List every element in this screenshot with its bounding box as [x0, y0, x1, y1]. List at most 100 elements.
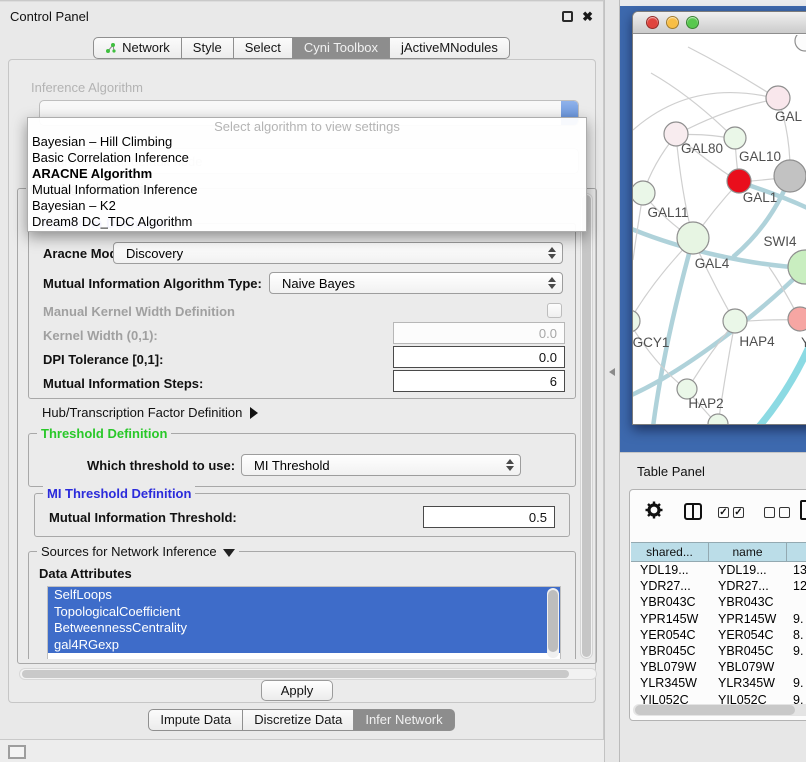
expander-arrow-icon [250, 407, 258, 419]
network-node[interactable] [795, 35, 806, 51]
network-node[interactable] [723, 309, 747, 333]
network-edge[interactable] [651, 73, 735, 139]
table-panel-title: Table Panel [637, 464, 705, 479]
panel-split-divider[interactable] [604, 0, 620, 762]
algorithm-option-basic-correlation-inference[interactable]: Basic Correlation Inference [28, 150, 586, 166]
algorithm-option-aracne-algorithm[interactable]: ARACNE Algorithm [28, 166, 586, 182]
tab-jactivemnodules[interactable]: jActiveMNodules [389, 37, 510, 59]
mi-threshold-definition-title: MI Threshold Definition [43, 486, 195, 501]
data-attributes-list[interactable]: SelfLoopsTopologicalCoefficientBetweenne… [47, 586, 561, 659]
network-edge[interactable] [688, 47, 778, 99]
tab-network[interactable]: Network [93, 37, 182, 59]
algorithm-option-bayesian-k2[interactable]: Bayesian – K2 [28, 198, 586, 214]
network-window-titlebar[interactable] [633, 12, 806, 34]
table-cell: 9. [787, 675, 806, 691]
subtab-impute-data[interactable]: Impute Data [148, 709, 243, 731]
algorithm-dropdown-popup: Select algorithm to view settings Bayesi… [27, 117, 587, 232]
manual-kernel-width-checkbox[interactable] [547, 303, 562, 318]
select-all-checkbox-icon[interactable]: ✓ [733, 507, 744, 518]
mi-steps-input[interactable]: 6 [393, 370, 565, 392]
apply-button[interactable]: Apply [261, 680, 333, 701]
network-node[interactable] [708, 414, 728, 425]
attribute-item-topologicalcoefficient[interactable]: TopologicalCoefficient [48, 604, 560, 621]
tab-style[interactable]: Style [181, 37, 234, 59]
table-row[interactable]: YBR045CYBR045C9. [631, 643, 806, 659]
zoom-window-icon[interactable] [686, 16, 699, 29]
table-horizontal-scrollbar[interactable] [633, 704, 806, 716]
hub-definition-label: Hub/Transcription Factor Definition [42, 405, 242, 420]
kernel-width-input[interactable]: 0.0 [393, 322, 565, 344]
column-header-name[interactable]: name [709, 542, 787, 562]
column-header-shared[interactable]: shared... [631, 542, 709, 562]
panel-title: Control Panel [10, 9, 89, 24]
table-row[interactable]: YIL052CYIL052C9. [631, 692, 806, 705]
panel-grip-icon[interactable] [8, 745, 26, 759]
table-row[interactable]: YLR345WYLR345W9. [631, 675, 806, 691]
kernel-width-value: 0.0 [539, 326, 557, 341]
hub-definition-expander[interactable]: Hub/Transcription Factor Definition [42, 405, 258, 420]
table-cell: YDL19... [709, 562, 787, 578]
collapse-left-icon[interactable] [609, 368, 615, 376]
dpi-tolerance-input[interactable]: 0.0 [393, 346, 565, 368]
which-threshold-select[interactable]: MI Threshold [241, 454, 521, 476]
sources-group-title[interactable]: Sources for Network Inference [37, 544, 239, 559]
table-cell: 9. [787, 611, 806, 627]
attribute-item-selfloops[interactable]: SelfLoops [48, 587, 560, 604]
mi-steps-label: Mutual Information Steps: [43, 376, 203, 391]
minimize-window-icon[interactable] [666, 16, 679, 29]
network-node[interactable] [774, 160, 806, 192]
subtab-infer-network[interactable]: Infer Network [353, 709, 454, 731]
column-header-extra[interactable] [787, 542, 806, 562]
table-cell: YLR345W [631, 675, 709, 691]
network-canvas[interactable]: GALGAL80GAL10GAL1GAL11GAL4SWI4GCY1HAP4YH… [633, 35, 806, 424]
network-node[interactable] [633, 181, 655, 205]
table-cell: YBR043C [631, 594, 709, 610]
network-node[interactable] [788, 307, 806, 331]
close-panel-icon[interactable]: ✖ [582, 11, 593, 22]
export-table-icon[interactable] [800, 500, 806, 520]
table-row[interactable]: YBL079WYBL079W [631, 659, 806, 675]
algorithm-option-mutual-information-inference[interactable]: Mutual Information Inference [28, 182, 586, 198]
table-row[interactable]: YBR043CYBR043C [631, 594, 806, 610]
table-row[interactable]: YDR27...YDR27...12 [631, 578, 806, 594]
close-window-icon[interactable] [646, 16, 659, 29]
tab-label: Infer Network [365, 710, 442, 730]
settings-vertical-scrollbar[interactable] [580, 193, 593, 659]
network-node[interactable] [766, 86, 790, 110]
network-node[interactable] [677, 222, 709, 254]
attribute-item-betweennesscentrality[interactable]: BetweennessCentrality [48, 620, 560, 637]
float-panel-icon[interactable] [562, 11, 573, 22]
mi-algorithm-type-label: Mutual Information Algorithm Type: [43, 276, 262, 291]
network-node[interactable] [633, 310, 640, 332]
attributes-scrollbar[interactable] [547, 588, 559, 658]
stepper-arrows-icon [548, 247, 556, 259]
network-node[interactable] [724, 127, 746, 149]
tab-select[interactable]: Select [233, 37, 293, 59]
aracne-mode-select[interactable]: Discovery [113, 242, 563, 264]
gear-icon[interactable] [644, 500, 664, 520]
algorithm-dropdown-placeholder: Select algorithm to view settings [28, 118, 586, 134]
algorithm-option-dream8-dc-tdc-algorithm[interactable]: Dream8 DC_TDC Algorithm [28, 214, 586, 230]
subtab-discretize-data[interactable]: Discretize Data [242, 709, 354, 731]
attribute-item-gal4rgexp[interactable]: gal4RGexp [48, 637, 560, 654]
mi-threshold-input[interactable]: 0.5 [423, 506, 555, 528]
tab-cyni-toolbox[interactable]: Cyni Toolbox [292, 37, 390, 59]
deselect-all-checkbox-icon[interactable] [779, 507, 790, 518]
algorithm-option-bayesian-hill-climbing[interactable]: Bayesian – Hill Climbing [28, 134, 586, 150]
mi-threshold-definition-group: MI Threshold Definition Mutual Informati… [34, 493, 570, 537]
table-cell: YPR145W [709, 611, 787, 627]
mi-algorithm-type-select[interactable]: Naive Bayes [269, 272, 563, 294]
table-row[interactable]: YER054CYER054C8. [631, 627, 806, 643]
settings-horizontal-scrollbar[interactable] [19, 668, 597, 680]
network-edge[interactable] [757, 338, 806, 425]
select-all-checkbox-icon[interactable]: ✓ [718, 507, 729, 518]
deselect-all-checkbox-icon[interactable] [764, 507, 775, 518]
table-cell: YIL052C [631, 692, 709, 705]
columns-icon[interactable] [684, 503, 702, 520]
collapse-arrow-icon [223, 549, 235, 557]
table-cell: YBL079W [631, 659, 709, 675]
table-cell: YIL052C [709, 692, 787, 705]
mi-threshold-label: Mutual Information Threshold: [49, 510, 237, 525]
table-row[interactable]: YPR145WYPR145W9. [631, 611, 806, 627]
table-row[interactable]: YDL19...YDL19...13 [631, 562, 806, 578]
